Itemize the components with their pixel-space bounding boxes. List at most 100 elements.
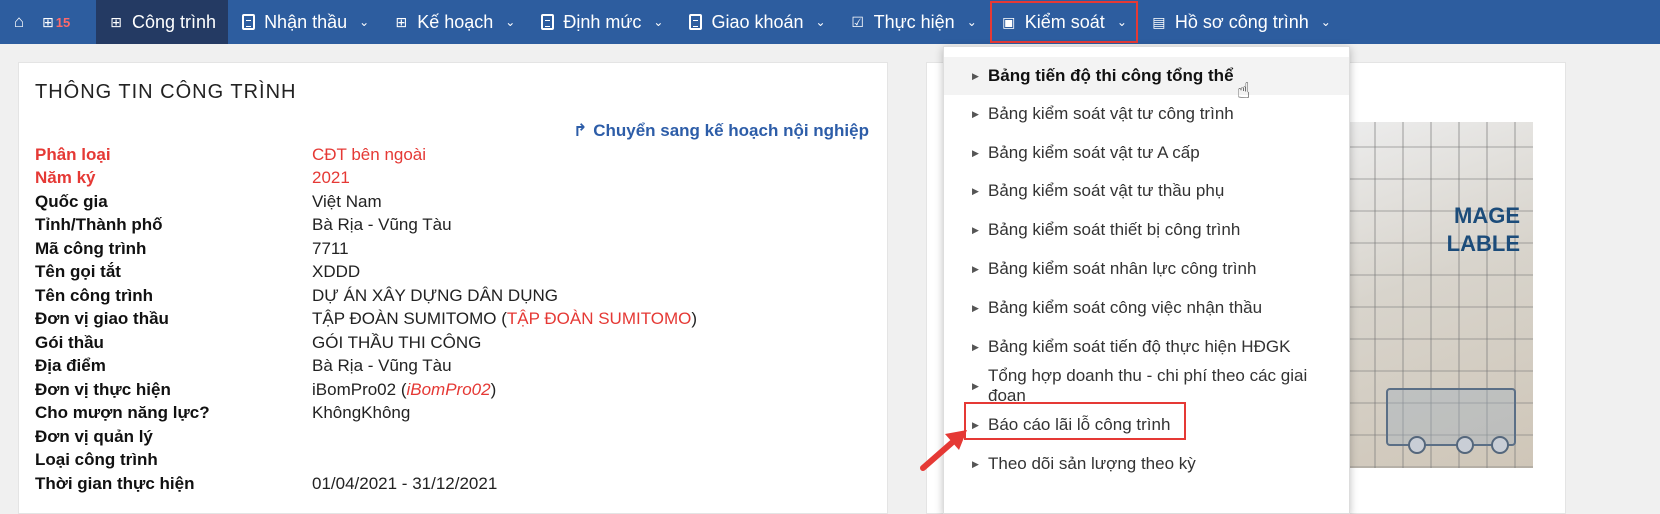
menu-item-label: Tổng hợp doanh thu - chi phí theo các gi… <box>988 366 1308 405</box>
wheel-shape <box>1456 436 1474 454</box>
row-value: Việt Nam <box>312 191 382 211</box>
nav-label: Kế hoạch <box>417 11 494 32</box>
row-value: CĐT bên ngoài <box>312 144 427 164</box>
row-label: Địa điểm <box>35 356 106 376</box>
menu-item-thiet-bi[interactable]: ▶ Bảng kiểm soát thiết bị công trình <box>944 211 1349 249</box>
menu-item-nhan-luc[interactable]: ▶ Bảng kiểm soát nhân lực công trình <box>944 250 1349 288</box>
row-value-close: ) <box>490 379 497 399</box>
menu-item-label: Bảng kiểm soát tiến độ thực hiện HĐGK <box>988 337 1291 356</box>
menu-item-label: Bảng kiểm soát vật tư công trình <box>988 104 1234 123</box>
nav-label: Nhận thầu <box>264 11 348 32</box>
menu-item-vat-tu-cong-trinh[interactable]: ▶ Bảng kiểm soát vật tư công trình <box>944 95 1349 133</box>
grid-icon: ⊞ <box>110 13 122 30</box>
menu-item-cong-viec-nhan-thau[interactable]: ▶ Bảng kiểm soát công việc nhận thầu <box>944 289 1349 327</box>
caret-right-icon: ▶ <box>972 224 979 235</box>
main-navbar: ⌂ ⊞ 15 ⊞ Công trình Nhận thầu ⌄ ⊞ Kế hoạ… <box>0 0 1660 44</box>
briefcase-icon: ▤ <box>1152 13 1166 30</box>
redirect-arrow-icon: ↱ <box>572 121 588 140</box>
highlight-box <box>964 402 1186 440</box>
nav-kiem-soat[interactable]: ▣ Kiểm soát ⌄ <box>989 0 1139 44</box>
menu-item-label: Bảng kiểm soát vật tư thầu phụ <box>988 181 1225 200</box>
row-label: Tỉnh/Thành phố <box>35 215 163 235</box>
chevron-down-icon: ⌄ <box>653 15 664 29</box>
nav-dinh-muc[interactable]: Định mức ⌄ <box>527 0 675 44</box>
image-text-line: LABLE <box>1446 231 1520 256</box>
caret-right-icon: ▶ <box>972 185 979 196</box>
wheel-shape <box>1408 436 1426 454</box>
nav-label: Định mức <box>563 11 642 32</box>
info-row: Đơn vị quản lý <box>35 425 875 449</box>
row-label: Cho mượn năng lực? <box>35 403 210 423</box>
row-value-close: ) <box>691 309 698 329</box>
image-text-line: MAGE <box>1454 203 1520 228</box>
caret-right-icon: ▶ <box>972 70 979 81</box>
executor-link[interactable]: iBomPro02 <box>406 380 490 399</box>
menu-item-tong-hop-doanh-thu[interactable]: ▶ Tổng hợp doanh thu - chi phí theo các g… <box>944 366 1349 405</box>
info-row: Địa điểm Bà Rịa - Vũng Tàu <box>35 355 875 379</box>
info-row: Cho mượn năng lực? KhôngKhông <box>35 402 875 426</box>
row-label: Loại công trình <box>35 450 158 470</box>
info-row: Tên gọi tắt XDDD <box>35 261 875 285</box>
nav-ke-hoach[interactable]: ⊞ Kế hoạch ⌄ <box>381 0 527 44</box>
image-overlay-text: MAGE LABLE <box>1368 202 1520 258</box>
row-label: Đơn vị quản lý <box>35 426 153 446</box>
menu-item-label: Bảng kiểm soát vật tư A cấp <box>988 143 1200 162</box>
nav-giao-khoan[interactable]: Giao khoán ⌄ <box>675 0 837 44</box>
info-row: Mã công trình 7711 <box>35 237 875 261</box>
nav-thuc-hien[interactable]: ☑ Thực hiện ⌄ <box>838 0 989 44</box>
row-value: Bà Rịa - Vũng Tàu <box>312 356 452 376</box>
row-value: GÓI THẦU THI CÔNG <box>312 332 482 352</box>
nav-nhan-thau[interactable]: Nhận thầu ⌄ <box>228 0 381 44</box>
info-row: Tên công trình DỰ ÁN XÂY DỰNG DÂN DỤNG <box>35 284 875 308</box>
chevron-down-icon: ⌄ <box>1116 15 1127 29</box>
document-icon <box>539 14 555 30</box>
info-row: Quốc gia Việt Nam <box>35 190 875 214</box>
contractor-link[interactable]: TẬP ĐOÀN SUMITOMO <box>507 309 692 328</box>
row-label: Năm ký <box>35 168 96 188</box>
info-row: Năm ký 2021 <box>35 167 875 191</box>
nav-ho-so-cong-trinh[interactable]: ▤ Hồ sơ công trình ⌄ <box>1139 0 1343 44</box>
caret-right-icon: ▶ <box>972 341 979 352</box>
project-info-panel: THÔNG TIN CÔNG TRÌNH ↱ Chuyển sang kế ho… <box>18 62 888 514</box>
row-label: Gói thầu <box>35 332 104 352</box>
pointer-arrow-icon <box>920 430 967 471</box>
chevron-down-icon: ⌄ <box>359 15 370 29</box>
info-row: Phân loại CĐT bên ngoài <box>35 143 875 167</box>
menu-item-label: Bảng kiểm soát thiết bị công trình <box>988 220 1241 239</box>
row-value: XDDD <box>312 262 361 282</box>
notification-badge: 15 <box>55 14 71 30</box>
caret-right-icon: ▶ <box>972 302 979 313</box>
row-value: TẬP ĐOÀN SUMITOMO ( <box>312 309 507 329</box>
menu-item-vat-tu-thau-phu[interactable]: ▶ Bảng kiểm soát vật tư thầu phụ <box>944 172 1349 210</box>
info-row: Gói thầu GÓI THẦU THI CÔNG <box>35 331 875 355</box>
row-label: Mã công trình <box>35 238 147 258</box>
menu-item-label: Bảng tiến độ thi công tổng thể <box>988 66 1234 85</box>
row-label: Tên gọi tắt <box>35 262 121 282</box>
menu-item-tien-do-hdgk[interactable]: ▶ Bảng kiểm soát tiến độ thực hiện HĐGK <box>944 328 1349 366</box>
project-image: MAGE LABLE <box>1346 122 1533 468</box>
row-value: KhôngKhông <box>312 403 411 423</box>
move-to-internal-plan-link[interactable]: ↱ Chuyển sang kế hoạch nội nghiệp <box>573 121 869 141</box>
caret-right-icon: ▶ <box>972 380 979 391</box>
info-row: Đơn vị giao thầu TẬP ĐOÀN SUMITOMO (TẬP Đ… <box>35 308 875 332</box>
grid-icon: ⊞ <box>395 13 408 30</box>
nav-label: Kiểm soát <box>1024 11 1105 32</box>
apps-button[interactable]: ⊞ 15 <box>38 0 96 44</box>
wheel-shape <box>1491 436 1509 454</box>
home-icon[interactable]: ⌂ <box>0 0 38 44</box>
row-value: 2021 <box>312 168 350 188</box>
info-row: Loại công trình <box>35 449 875 473</box>
info-row: Thời gian thực hiện 01/04/2021 - 31/12/20… <box>35 472 875 496</box>
nav-cong-trinh[interactable]: ⊞ Công trình <box>96 0 229 44</box>
row-label: Phân loại <box>35 144 111 164</box>
row-label: Tên công trình <box>35 285 154 305</box>
row-value: 7711 <box>312 238 349 258</box>
row-value: Bà Rịa - Vũng Tàu <box>312 215 452 235</box>
row-label: Đơn vị giao thầu <box>35 309 169 329</box>
menu-item-vat-tu-a-cap[interactable]: ▶ Bảng kiểm soát vật tư A cấp <box>944 134 1349 172</box>
menu-item-tien-do-tong-the[interactable]: ▶ Bảng tiến độ thi công tổng thể <box>944 57 1349 95</box>
document-icon <box>687 14 703 30</box>
chevron-down-icon: ⌄ <box>505 15 516 29</box>
info-row: Tỉnh/Thành phố Bà Rịa - Vũng Tàu <box>35 214 875 238</box>
menu-item-san-luong-theo-ky[interactable]: ▶ Theo dõi sản lượng theo kỳ <box>944 445 1349 483</box>
